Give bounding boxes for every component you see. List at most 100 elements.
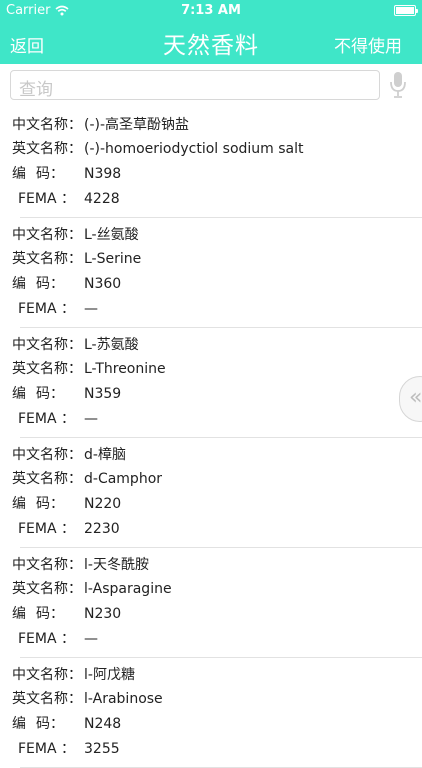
fema-label: FEMA ： [18,521,76,537]
code-value: N248 [84,716,122,732]
row-fema: FEMA ： 4228 [12,188,120,208]
row-chinese-name: 中文名称： l-天冬酰胺 [12,554,149,574]
row-english-name: 英文名称： (-)-homoeriodyctiol sodium salt [12,138,304,158]
status-bar: Carrier 7:13 AM [0,0,422,22]
english-name-value: l-Arabinose [84,691,163,707]
chinese-name-value: (-)-高圣草酚钠盐 [84,117,190,133]
chinese-name-value: L-丝氨酸 [84,227,139,243]
row-code: 编码： N398 [12,163,121,183]
fema-value: 4228 [84,191,120,207]
code-label-part2: 码： [36,386,64,402]
row-code: 编码： N230 [12,603,121,623]
row-chinese-name: 中文名称： L-苏氨酸 [12,334,139,354]
english-name-label: 英文名称： [12,471,82,487]
row-english-name: 英文名称： d-Camphor [12,468,162,488]
list-item[interactable]: 中文名称： l-天冬酰胺 英文名称： l-Asparagine 编码： N230 FE… [0,548,422,658]
english-name-value: d-Camphor [84,471,163,487]
code-label-part1: 编 [12,716,26,732]
prohibited-button[interactable]: 不得使用 [334,32,402,57]
english-name-label: 英文名称： [12,141,82,157]
fema-value: — [84,631,98,647]
fema-label: FEMA ： [18,301,76,317]
english-name-label: 英文名称： [12,361,82,377]
row-english-name: 英文名称： l-Arabinose [12,688,163,708]
chinese-name-value: L-苏氨酸 [84,337,139,353]
chinese-name-value: d-樟脑 [84,447,126,463]
code-value: N360 [84,276,122,292]
code-label-part2: 码： [36,166,64,182]
chinese-name-label: 中文名称： [12,667,82,683]
row-fema: FEMA ： 2230 [12,518,120,538]
code-value: N359 [84,386,122,402]
fema-label: FEMA ： [18,631,76,647]
code-label: 编码： [12,273,64,293]
chinese-name-value: l-天冬酰胺 [84,557,149,573]
chinese-name-value: l-阿戊糖 [84,667,135,683]
code-label-part2: 码： [36,606,64,622]
fema-label: FEMA ： [18,741,76,757]
battery-fill [396,7,414,14]
fema-label: FEMA ： [18,411,76,427]
row-english-name: 英文名称： l-Asparagine [12,578,172,598]
english-name-value: (-)-homoeriodyctiol sodium salt [84,141,304,157]
row-fema: FEMA ： — [12,408,98,428]
row-english-name: 英文名称： L-Serine [12,248,141,268]
english-name-value: l-Asparagine [84,581,172,597]
code-label-part1: 编 [12,276,26,292]
flavor-list: 中文名称： (-)-高圣草酚钠盐 英文名称： (-)-homoeriodyctiol… [0,108,422,768]
english-name-label: 英文名称： [12,251,82,267]
chinese-name-label: 中文名称： [12,117,82,133]
row-code: 编码： N359 [12,383,121,403]
list-item[interactable]: 中文名称： (-)-高圣草酚钠盐 英文名称： (-)-homoeriodyctiol… [0,108,422,218]
battery-icon [394,5,418,16]
english-name-value: L-Serine [84,251,142,267]
chinese-name-label: 中文名称： [12,447,82,463]
row-chinese-name: 中文名称： (-)-高圣草酚钠盐 [12,114,189,134]
status-time: 7:13 AM [181,3,241,18]
search-input[interactable]: 查询 [10,70,380,100]
code-label: 编码： [12,493,64,513]
row-fema: FEMA ： 3255 [12,738,120,758]
code-label: 编码： [12,713,64,733]
code-label-part1: 编 [12,606,26,622]
list-item[interactable]: 中文名称： l-阿戊糖 英文名称： l-Arabinose 编码： N248 FEMA… [0,658,422,768]
code-label-part1: 编 [12,496,26,512]
fema-value: — [84,411,98,427]
list-item[interactable]: 中文名称： L-苏氨酸 英文名称： L-Threonine 编码： N359 FEMA… [0,328,422,438]
english-name-label: 英文名称： [12,581,82,597]
code-label-part2: 码： [36,496,64,512]
chinese-name-label: 中文名称： [12,337,82,353]
double-chevron-left-icon: « [409,385,422,410]
row-chinese-name: 中文名称： L-丝氨酸 [12,224,139,244]
code-label: 编码： [12,603,64,623]
row-code: 编码： N220 [12,493,121,513]
row-fema: FEMA ： — [12,298,98,318]
row-fema: FEMA ： — [12,628,98,648]
row-chinese-name: 中文名称： l-阿戊糖 [12,664,135,684]
chinese-name-label: 中文名称： [12,227,82,243]
row-code: 编码： N360 [12,273,121,293]
code-label-part1: 编 [12,386,26,402]
english-name-value: L-Threonine [84,361,166,377]
code-value: N230 [84,606,122,622]
code-label-part2: 码： [36,716,64,732]
code-label: 编码： [12,383,64,403]
row-code: 编码： N248 [12,713,121,733]
fema-label: FEMA ： [18,191,76,207]
nav-bar: 返回 天然香料 不得使用 [0,22,422,64]
list-item[interactable]: 中文名称： L-丝氨酸 英文名称： L-Serine 编码： N360 FEMA ： — [0,218,422,328]
fema-value: 2230 [84,521,120,537]
code-value: N220 [84,496,122,512]
list-item[interactable]: 中文名称： d-樟脑 英文名称： d-Camphor 编码： N220 FEMA ： 2… [0,438,422,548]
code-label: 编码： [12,163,64,183]
chinese-name-label: 中文名称： [12,557,82,573]
fema-value: 3255 [84,741,120,757]
code-label-part1: 编 [12,166,26,182]
row-chinese-name: 中文名称： d-樟脑 [12,444,126,464]
microphone-icon[interactable] [389,70,407,100]
search-row: 查询 [0,64,422,108]
code-value: N398 [84,166,122,182]
code-label-part2: 码： [36,276,64,292]
row-english-name: 英文名称： L-Threonine [12,358,166,378]
fema-value: — [84,301,98,317]
